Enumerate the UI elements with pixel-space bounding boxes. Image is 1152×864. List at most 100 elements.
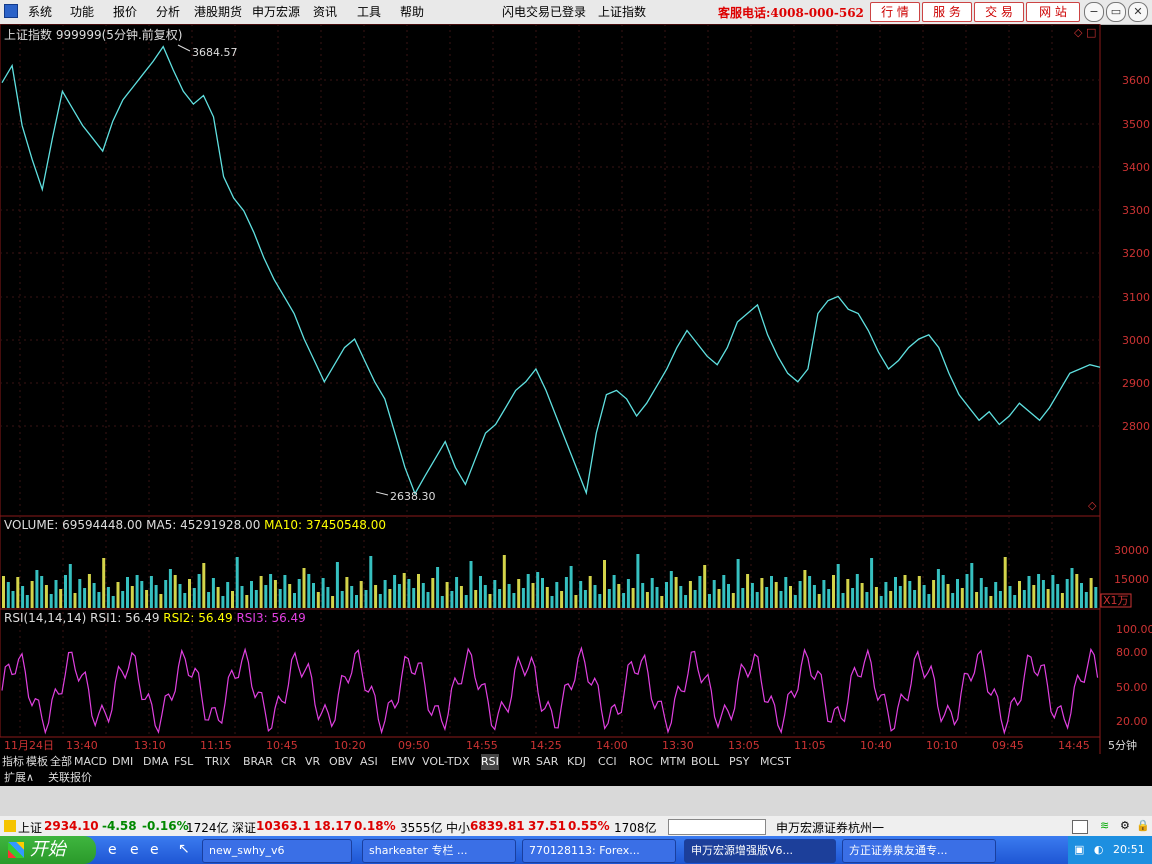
indicator-tab-wr[interactable]: WR <box>512 754 531 770</box>
menu-shenwan[interactable]: 申万宏源 <box>252 3 300 20</box>
volume-bar <box>1018 581 1021 608</box>
tab-website[interactable]: 网 站 <box>1026 2 1080 22</box>
time-axis-label: 14:45 <box>1058 739 1090 752</box>
tab-extension[interactable]: 扩展∧ <box>4 770 34 786</box>
window-icon[interactable] <box>1072 820 1088 834</box>
volume-bar <box>1003 557 1007 608</box>
minimize-button[interactable]: − <box>1084 2 1104 22</box>
indicator-tab-trix[interactable]: TRIX <box>205 754 230 770</box>
indicator-tab-kdj[interactable]: KDJ <box>567 754 586 770</box>
indicator-tab-dma[interactable]: DMA <box>143 754 169 770</box>
indicator-tab-dmi[interactable]: DMI <box>112 754 133 770</box>
menu-news[interactable]: 资讯 <box>313 3 337 20</box>
indicator-tab-指标[interactable]: 指标 <box>2 754 24 770</box>
tab-related-quotes[interactable]: 关联报价 <box>48 770 92 786</box>
volume-bar <box>641 583 645 608</box>
tab-trade[interactable]: 交 易 <box>974 2 1024 22</box>
menu-analysis[interactable]: 分析 <box>156 3 180 20</box>
volume-bar <box>998 591 1002 608</box>
restore-button[interactable]: ▭ <box>1106 2 1126 22</box>
time-axis-label: 10:40 <box>860 739 892 752</box>
indicator-tab-fsl[interactable]: FSL <box>174 754 193 770</box>
volume-bar <box>936 569 940 608</box>
y-tick: 2900 <box>1122 377 1150 390</box>
indicator-tab-psy[interactable]: PSY <box>729 754 749 770</box>
task-folder[interactable]: new_swhy_v6 <box>202 839 352 863</box>
volume-bar <box>855 574 859 608</box>
volume-bar <box>607 589 611 608</box>
menu-tools[interactable]: 工具 <box>357 3 381 20</box>
indicator-tab-模板[interactable]: 模板 <box>26 754 48 770</box>
volume-bar <box>307 574 311 608</box>
volume-bar <box>836 564 840 608</box>
flag-icon[interactable]: ▣ <box>1074 843 1084 856</box>
lock-icon[interactable]: 🔒 <box>1136 819 1150 832</box>
indicator-tab-emv[interactable]: EMV <box>391 754 415 770</box>
volume-bar <box>73 593 77 608</box>
indicator-tab-roc[interactable]: ROC <box>629 754 653 770</box>
volume-bar <box>417 574 420 608</box>
gear-icon[interactable]: ⚙ <box>1120 819 1130 832</box>
y-tick: 2800 <box>1122 420 1150 433</box>
indicator-tab-全部[interactable]: 全部 <box>50 754 72 770</box>
rsi-y-tick: 50.00 <box>1116 681 1148 694</box>
volume-bar <box>1013 595 1017 608</box>
tab-service[interactable]: 服 务 <box>922 2 972 22</box>
start-button[interactable]: 开始 <box>0 836 96 864</box>
indicator-tab-vol-tdx[interactable]: VOL-TDX <box>422 754 470 770</box>
menu-function[interactable]: 功能 <box>70 3 94 20</box>
volume-bar <box>698 576 702 608</box>
volume-bar <box>832 575 835 608</box>
signal-icon: ≋ <box>1100 819 1110 832</box>
menu-help[interactable]: 帮助 <box>400 3 424 20</box>
menu-quotes[interactable]: 报价 <box>113 3 137 20</box>
task-broker-app[interactable]: 方正证券泉友通专... <box>842 839 996 863</box>
task-label: sharkeater 专栏 ... <box>369 844 468 857</box>
close-button[interactable]: ✕ <box>1128 2 1148 22</box>
ticker-sme-value: 6839.81 <box>470 819 525 833</box>
y-tick: 3100 <box>1122 291 1150 304</box>
volume-bar <box>541 578 544 608</box>
ticker-bars <box>668 819 766 835</box>
indicator-tab-brar[interactable]: BRAR <box>243 754 273 770</box>
volume-bar <box>1084 592 1088 608</box>
indicator-tab-asi[interactable]: ASI <box>360 754 378 770</box>
indicator-tab-rsi[interactable]: RSI <box>481 754 499 770</box>
indicator-tab-cr[interactable]: CR <box>281 754 296 770</box>
volume-bar <box>197 574 201 608</box>
diamond-icon[interactable]: ◇ <box>1088 499 1097 512</box>
indicator-tab-vr[interactable]: VR <box>305 754 320 770</box>
time-axis-label: 13:10 <box>134 739 166 752</box>
diamond-icon[interactable]: ◇ <box>1074 26 1083 39</box>
network-icon[interactable]: ◐ <box>1094 843 1104 856</box>
app-icon[interactable] <box>4 4 18 18</box>
indicator-tab-cci[interactable]: CCI <box>598 754 617 770</box>
task-browser-2[interactable]: 770128113: Forex... <box>522 839 676 863</box>
chart-area[interactable]: 3600 3500 3400 3300 3200 3100 3000 2900 … <box>0 24 1152 754</box>
volume-bar <box>331 596 335 608</box>
indicator-tab-boll[interactable]: BOLL <box>691 754 719 770</box>
indicator-tab-obv[interactable]: OBV <box>329 754 352 770</box>
task-stock-app[interactable]: 申万宏源增强版V6... <box>684 839 836 863</box>
indicator-tab-mcst[interactable]: MCST <box>760 754 791 770</box>
volume-bar <box>979 578 983 608</box>
ticker-sh-amount: 1724亿 <box>186 821 229 835</box>
task-browser-1[interactable]: sharkeater 专栏 ... <box>362 839 516 863</box>
cursor-icon[interactable]: ↖ <box>178 841 190 857</box>
ie-icon[interactable]: e <box>108 842 117 858</box>
ie-icon[interactable]: e <box>130 842 139 858</box>
indicator-tab-mtm[interactable]: MTM <box>660 754 686 770</box>
volume-bar <box>951 593 955 608</box>
indicator-tab-sar[interactable]: SAR <box>536 754 558 770</box>
ie-icon[interactable]: e <box>150 842 159 858</box>
period-label[interactable]: 5分钟 <box>1108 738 1137 752</box>
tab-market[interactable]: 行 情 <box>870 2 920 22</box>
volume-bar <box>35 570 39 608</box>
menu-hk-futures[interactable]: 港股期货 <box>194 3 242 20</box>
ticker-sme-label: 中小 <box>446 821 471 835</box>
volume-bar <box>984 587 988 608</box>
taskbar: 开始 e e e ↖ new_swhy_v6 sharkeater 专栏 ...… <box>0 836 1152 864</box>
indicator-tab-macd[interactable]: MACD <box>74 754 107 770</box>
window-icon[interactable]: □ <box>1086 26 1096 39</box>
menu-system[interactable]: 系统 <box>28 3 52 20</box>
